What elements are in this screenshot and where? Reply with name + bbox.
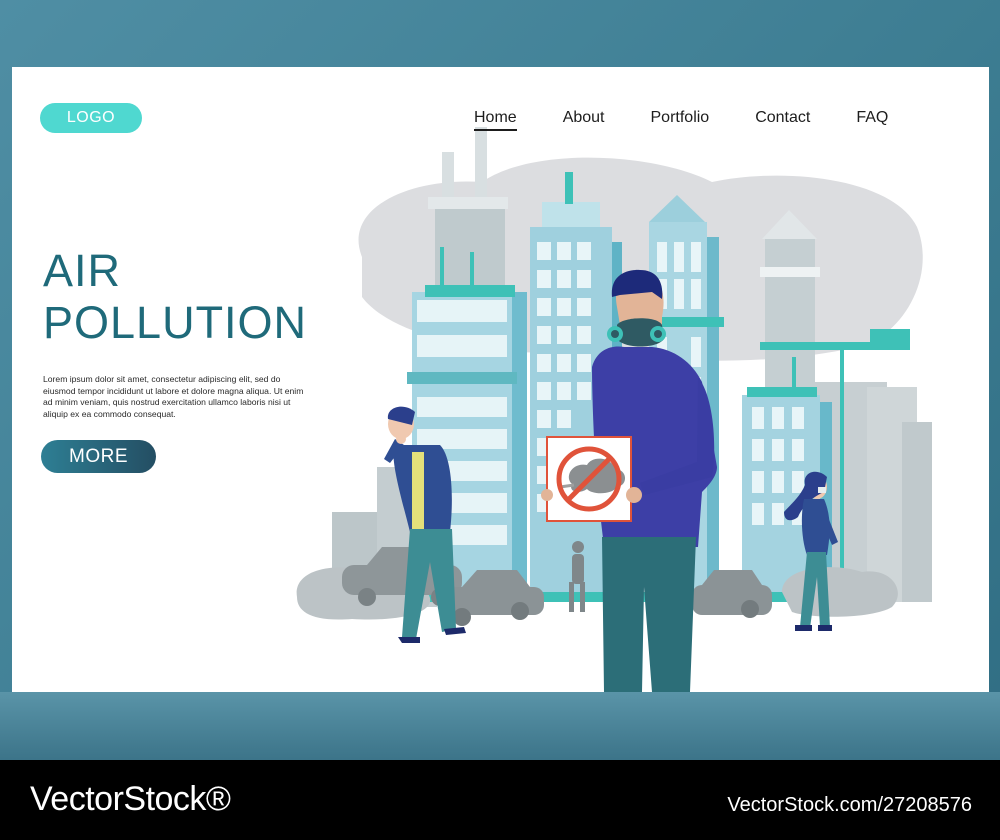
landing-page-card: LOGO Home About Portfolio Contact FAQ AI… xyxy=(12,67,989,692)
main-navigation: Home About Portfolio Contact FAQ xyxy=(474,109,934,131)
more-button[interactable]: MORE xyxy=(41,440,156,473)
hero-title-line2: POLLUTION xyxy=(43,297,308,348)
watermark-bar: VectorStock® VectorStock.com/27208576 xyxy=(0,760,1000,840)
hero-title-line1: AIR xyxy=(43,245,122,296)
watermark-image-id: VectorStock.com/27208576 xyxy=(727,794,972,816)
frame-background xyxy=(0,692,1000,760)
no-smoke-sign-icon xyxy=(546,436,632,522)
hero-title: AIR POLLUTION xyxy=(43,245,307,349)
watermark-brand: VectorStock® xyxy=(30,780,231,818)
nav-home-link[interactable]: Home xyxy=(474,109,517,131)
nav-portfolio-link[interactable]: Portfolio xyxy=(651,109,710,127)
logo-button[interactable]: LOGO xyxy=(40,103,142,133)
nav-contact-link[interactable]: Contact xyxy=(755,109,810,127)
nav-about-link[interactable]: About xyxy=(563,109,605,127)
hero-description: Lorem ipsum dolor sit amet, consectetur … xyxy=(43,374,304,419)
nav-faq-link[interactable]: FAQ xyxy=(856,109,888,127)
